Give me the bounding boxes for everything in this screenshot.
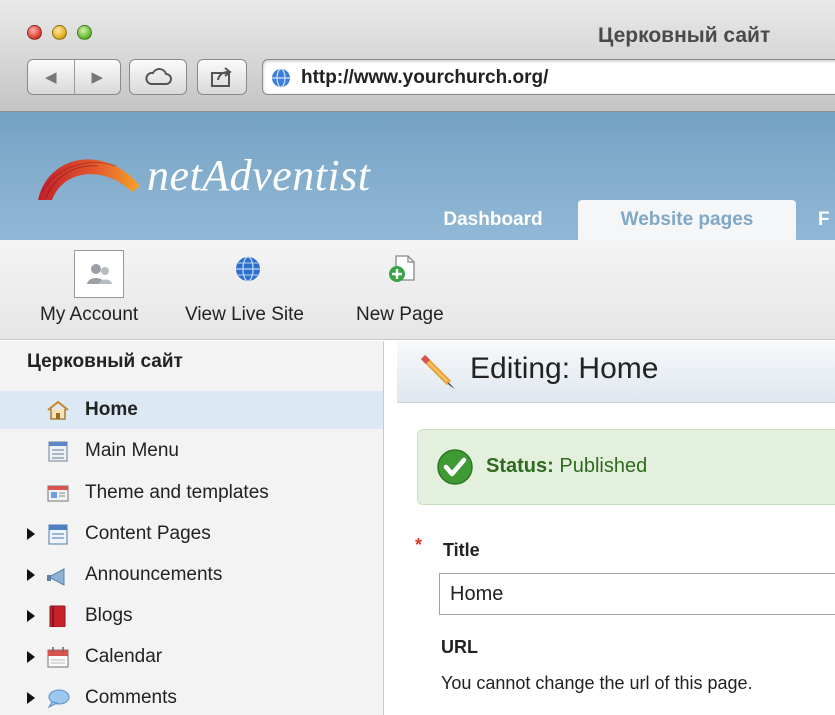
site-tree-sidebar: Церковный сайт Home Main Menu Theme and … [0,341,384,715]
my-account-label: My Account [40,304,139,325]
expand-triangle-icon[interactable] [27,692,35,704]
tab-next-partial[interactable]: F [818,200,835,240]
expand-triangle-icon[interactable] [27,651,35,663]
sidebar-item-calendar[interactable]: Calendar [0,638,383,676]
share-button[interactable] [197,59,247,95]
home-icon [47,400,69,420]
theme-icon [47,485,69,502]
required-marker: * [415,535,423,555]
site-logo[interactable]: netAdventist [147,150,371,201]
view-live-site-button[interactable]: View Live Site [185,240,325,340]
content-pages-icon [48,524,68,545]
new-page-icon [389,255,415,282]
sidebar-item-label: Theme and templates [85,482,269,503]
editor-panel: Editing: Home Status: Published * Title … [397,341,835,715]
status-text: Status: Published [486,455,647,478]
url-note: You cannot change the url of this page. [441,673,753,693]
sidebar-item-label: Comments [85,687,177,708]
my-account-button[interactable]: My Account [40,240,160,340]
close-window-button[interactable] [27,25,42,40]
expand-triangle-icon[interactable] [27,569,35,581]
back-forward-control: ◀ ▶ [27,59,121,95]
expand-triangle-icon[interactable] [27,610,35,622]
expand-triangle-icon[interactable] [27,528,35,540]
sidebar-item-label: Calendar [85,646,163,667]
forward-arrow-icon: ▶ [91,69,104,86]
sidebar-item-label: Content Pages [85,523,211,544]
address-url: http://www.yourchurch.org/ [301,67,549,88]
icloud-tabs-button[interactable] [129,59,187,95]
menu-icon [48,441,68,462]
sidebar-item-main-menu[interactable]: Main Menu [0,432,383,470]
sidebar-title: Церковный сайт [27,351,183,372]
sidebar-item-label: Blogs [85,605,133,626]
title-input[interactable] [439,573,835,615]
back-arrow-icon: ◀ [44,69,57,86]
new-page-button[interactable]: New Page [356,240,466,340]
sidebar-item-label: Home [85,399,138,420]
share-icon [211,67,232,87]
page-title: Editing: Home [470,352,659,385]
sidebar-item-home[interactable]: Home [0,391,383,429]
view-live-site-label: View Live Site [185,304,304,325]
cloud-icon [145,68,172,85]
window-title: Церковный сайт [598,24,771,47]
back-button[interactable]: ◀ [28,60,74,94]
sidebar-item-content-pages[interactable]: Content Pages [0,515,383,553]
address-bar[interactable]: http://www.yourchurch.org/ [262,59,835,95]
logo-arc-icon [38,159,140,200]
new-page-label: New Page [356,304,444,325]
forward-button[interactable]: ▶ [73,60,121,94]
globe-icon [272,68,290,88]
checkmark-icon [437,449,473,485]
pencil-icon [420,354,455,389]
tab-dashboard[interactable]: Dashboard [418,200,568,240]
announcements-icon [47,568,65,586]
sidebar-item-comments[interactable]: Comments [0,679,383,715]
minimize-window-button[interactable] [52,25,67,40]
blogs-icon [49,605,66,627]
sidebar-item-label: Main Menu [85,440,179,461]
calendar-icon [47,647,69,668]
url-field-label: URL [441,637,478,657]
browser-titlebar: Церковный сайт ◀ ▶ http://www.yourchurch… [0,0,835,112]
editor-header: Editing: Home [397,341,835,403]
tab-website-pages[interactable]: Website pages [578,200,796,240]
sidebar-item-theme-and-templates[interactable]: Theme and templates [0,474,383,512]
sidebar-item-blogs[interactable]: Blogs [0,597,383,635]
user-account-icon [74,250,124,298]
status-banner: Status: Published [417,429,835,505]
comments-icon [47,689,70,709]
sidebar-item-announcements[interactable]: Announcements [0,556,383,594]
zoom-window-button[interactable] [77,25,92,40]
sidebar-item-label: Announcements [85,564,223,585]
status-label: Status: [486,455,554,477]
globe-icon [236,256,260,282]
toolbar: My Account View Live Site New Page [0,240,835,340]
title-field-label: Title [443,540,480,560]
status-value: Published [559,455,648,477]
